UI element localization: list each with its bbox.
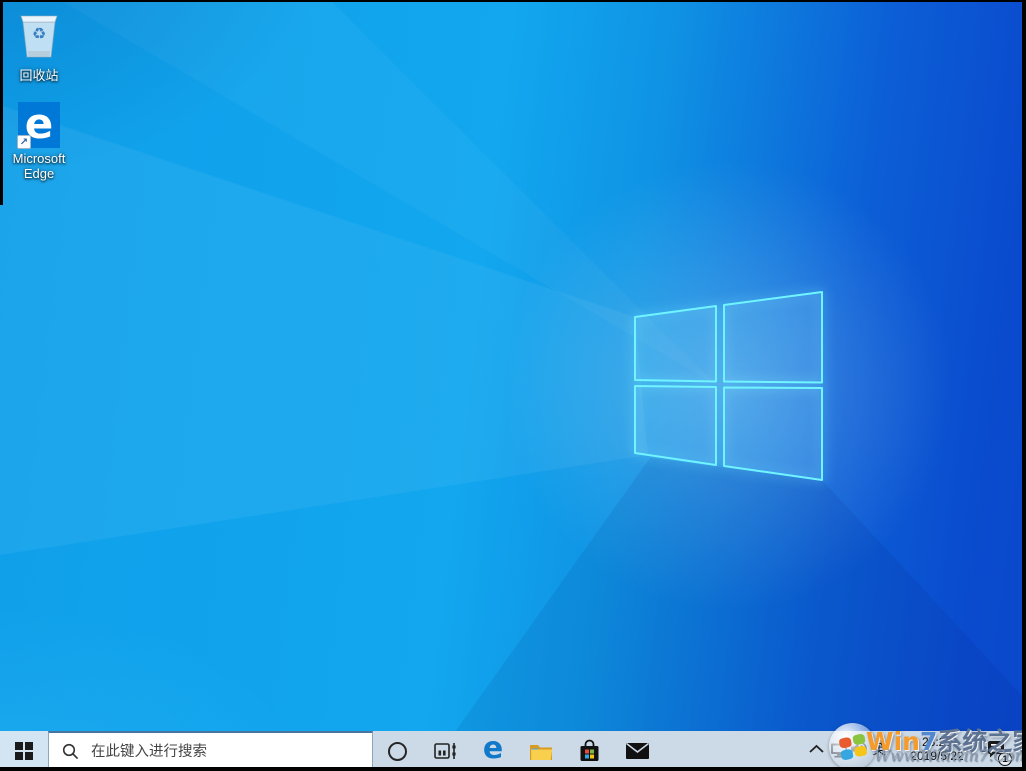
store-button[interactable] [565, 731, 613, 771]
taskbar-clock[interactable]: 23:20 2019/5/22 [894, 731, 980, 767]
action-center-button[interactable]: 1 [978, 731, 1014, 767]
network-icon [830, 741, 849, 758]
edge-taskbar-icon: e [483, 734, 503, 764]
screen-edge-left [0, 0, 3, 205]
wallpaper-light-ray-upper [0, 0, 1026, 771]
screen-edge-right [1022, 0, 1026, 771]
wallpaper-light-ray [0, 0, 1026, 771]
svg-text:♻: ♻ [32, 26, 46, 43]
tray-show-hidden-icons-button[interactable] [806, 731, 826, 767]
notification-badge: 1 [998, 752, 1012, 766]
speaker-icon [850, 741, 868, 757]
file-explorer-button[interactable] [517, 731, 565, 771]
desktop: ♻ 回收站 e ↗ Microsoft Edge [0, 0, 1026, 771]
network-tray-button[interactable] [829, 731, 849, 767]
search-input[interactable] [89, 743, 339, 761]
wallpaper-shadow-ray [0, 0, 1026, 771]
language-indicator[interactable]: 英 [868, 731, 890, 767]
windows-start-icon [15, 742, 33, 760]
shortcut-arrow-icon: ↗ [17, 135, 31, 149]
screen-edge-top [0, 0, 1026, 2]
recycle-bin-label: 回收站 [1, 68, 77, 83]
task-view-icon [434, 741, 457, 761]
mail-button[interactable] [613, 731, 661, 771]
clock-date: 2019/5/22 [910, 749, 963, 763]
edge-icon: e ↗ [18, 102, 60, 148]
recycle-bin-icon: ♻ [17, 8, 61, 60]
store-icon [578, 739, 601, 763]
volume-tray-button[interactable] [849, 731, 869, 767]
recycle-bin-desktop-icon[interactable]: ♻ 回收站 [1, 8, 77, 83]
chevron-up-icon [808, 743, 825, 755]
file-explorer-icon [529, 741, 554, 762]
taskbar-search-box[interactable] [48, 731, 373, 771]
windows-logo [600, 260, 850, 510]
search-icon [62, 743, 79, 760]
mail-icon [625, 742, 650, 760]
screen-edge-bottom [0, 767, 1026, 771]
cortana-icon [388, 742, 407, 761]
edge-taskbar-button[interactable]: e [469, 731, 517, 771]
clock-time: 23:20 [922, 735, 952, 749]
task-view-button[interactable] [421, 731, 469, 771]
taskbar: e [0, 731, 1026, 771]
edge-desktop-icon[interactable]: e ↗ Microsoft Edge [1, 102, 77, 181]
cortana-button[interactable] [373, 731, 421, 771]
start-button[interactable] [0, 731, 48, 771]
edge-label: Microsoft Edge [1, 151, 77, 181]
